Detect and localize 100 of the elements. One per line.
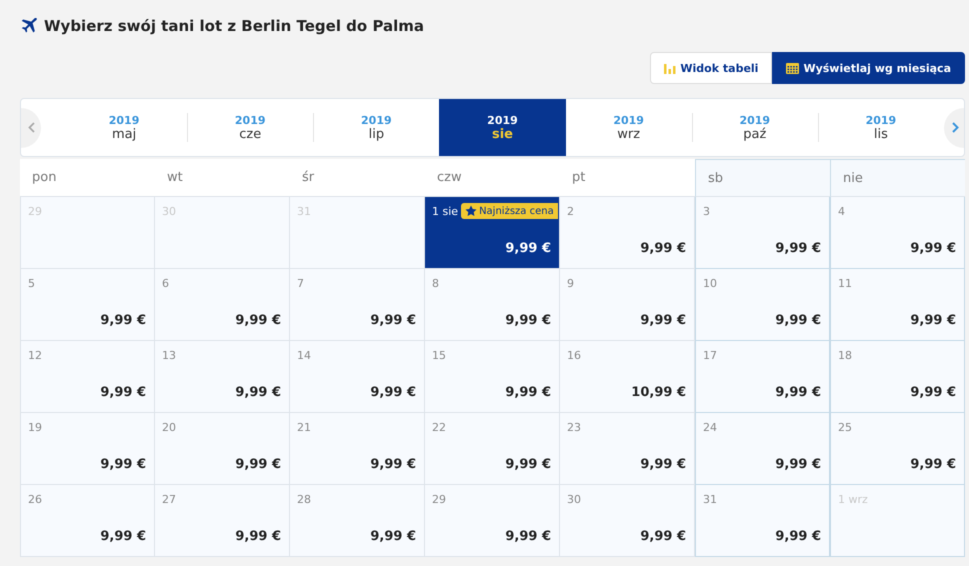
day-number: 26 xyxy=(28,493,42,506)
price-label: 9,99 € xyxy=(370,457,416,472)
day-number: 23 xyxy=(567,421,581,434)
airplane-icon xyxy=(20,18,38,34)
chevron-right-icon xyxy=(952,122,959,133)
day-cell[interactable]: 22 9,99 € xyxy=(425,413,560,485)
day-cell[interactable]: 18 9,99 € xyxy=(830,341,965,413)
price-label: 9,99 € xyxy=(775,457,821,472)
price-label: 9,99 € xyxy=(370,529,416,544)
day-number: 14 xyxy=(297,349,311,362)
day-number: 11 xyxy=(838,277,852,290)
price-label: 9,99 € xyxy=(505,529,551,544)
day-cell[interactable]: 16 10,99 € xyxy=(560,341,695,413)
day-cell[interactable]: 28 9,99 € xyxy=(290,485,425,557)
day-cell[interactable]: 2 9,99 € xyxy=(560,197,695,269)
price-label: 9,99 € xyxy=(775,313,821,328)
day-cell[interactable]: 14 9,99 € xyxy=(290,341,425,413)
day-number: 28 xyxy=(297,493,311,506)
day-cell[interactable]: 12 9,99 € xyxy=(20,341,155,413)
price-label: 9,99 € xyxy=(505,313,551,328)
price-label: 9,99 € xyxy=(775,529,821,544)
weekday-header: sb xyxy=(695,159,830,197)
price-label: 9,99 € xyxy=(640,457,686,472)
day-cell[interactable]: 29 9,99 € xyxy=(425,485,560,557)
view-toggle-button[interactable]: Wyświetlaj wg miesiąca xyxy=(772,52,965,84)
page-title: Wybierz swój tani lot z Berlin Tegel do Palma xyxy=(44,17,424,35)
day-number: 2 xyxy=(567,205,574,218)
day-number: 15 xyxy=(432,349,446,362)
month-tab[interactable]: 2019 lis xyxy=(818,99,944,156)
price-label: 9,99 € xyxy=(100,385,146,400)
month-tab[interactable]: 2019 cze xyxy=(187,99,314,156)
month-tab[interactable]: 2019 maj xyxy=(61,99,188,156)
day-cell[interactable]: 21 9,99 € xyxy=(290,413,425,485)
price-label: 9,99 € xyxy=(370,313,416,328)
day-number: 4 xyxy=(838,205,845,218)
day-cell[interactable]: 13 9,99 € xyxy=(155,341,290,413)
day-cell[interactable]: 9 9,99 € xyxy=(560,269,695,341)
month-tab[interactable]: 2019 wrz xyxy=(566,99,692,156)
day-number: 31 xyxy=(703,493,717,506)
day-number: 5 xyxy=(28,277,35,290)
price-label: 9,99 € xyxy=(235,385,281,400)
day-number: 21 xyxy=(297,421,311,434)
calendar-icon xyxy=(786,62,800,74)
day-cell[interactable]: 11 9,99 € xyxy=(830,269,965,341)
day-cell[interactable]: 25 9,99 € xyxy=(830,413,965,485)
day-cell[interactable]: 26 9,99 € xyxy=(20,485,155,557)
day-cell[interactable]: 31 9,99 € xyxy=(695,485,830,557)
day-number: 30 xyxy=(567,493,581,506)
price-label: 9,99 € xyxy=(775,385,821,400)
day-number: 22 xyxy=(432,421,446,434)
month-tab[interactable]: 2019 lip xyxy=(313,99,440,156)
lowest-price-badge: Najniższa cena xyxy=(461,203,558,219)
price-label: 10,99 € xyxy=(631,385,686,400)
bar-chart-icon xyxy=(664,62,676,74)
price-label: 9,99 € xyxy=(910,313,956,328)
day-number: 6 xyxy=(162,277,169,290)
view-toggle-button[interactable]: Widok tabeli xyxy=(650,52,772,84)
price-label: 9,99 € xyxy=(640,241,686,256)
day-number: 13 xyxy=(162,349,176,362)
day-cell[interactable]: 23 9,99 € xyxy=(560,413,695,485)
day-cell[interactable]: 4 9,99 € xyxy=(830,197,965,269)
day-cell[interactable]: 15 9,99 € xyxy=(425,341,560,413)
day-number: 17 xyxy=(703,349,717,362)
day-cell[interactable]: 7 9,99 € xyxy=(290,269,425,341)
day-number: 9 xyxy=(567,277,574,290)
chevron-left-icon xyxy=(28,122,35,133)
day-cell[interactable]: 10 9,99 € xyxy=(695,269,830,341)
day-number: 10 xyxy=(703,277,717,290)
price-label: 9,99 € xyxy=(100,529,146,544)
price-label: 9,99 € xyxy=(100,313,146,328)
day-cell[interactable]: 1 sie Najniższa cena 9,99 € xyxy=(425,197,560,269)
day-number: 8 xyxy=(432,277,439,290)
day-cell[interactable]: 3 9,99 € xyxy=(695,197,830,269)
month-tab[interactable]: 2019 sie xyxy=(439,99,566,156)
month-tab[interactable]: 2019 paź xyxy=(692,99,818,156)
day-cell[interactable]: 6 9,99 € xyxy=(155,269,290,341)
day-cell[interactable]: 24 9,99 € xyxy=(695,413,830,485)
price-label: 9,99 € xyxy=(910,457,956,472)
day-cell[interactable]: 27 9,99 € xyxy=(155,485,290,557)
day-number: 16 xyxy=(567,349,581,362)
day-number: 19 xyxy=(28,421,42,434)
day-cell[interactable]: 19 9,99 € xyxy=(20,413,155,485)
day-cell[interactable]: 30 9,99 € xyxy=(560,485,695,557)
day-number: 25 xyxy=(838,421,852,434)
price-label: 9,99 € xyxy=(640,529,686,544)
price-label: 9,99 € xyxy=(910,385,956,400)
price-label: 9,99 € xyxy=(370,385,416,400)
day-number: 1 sie xyxy=(432,205,458,218)
price-label: 9,99 € xyxy=(910,241,956,256)
day-cell[interactable]: 8 9,99 € xyxy=(425,269,560,341)
price-label: 9,99 € xyxy=(100,457,146,472)
day-cell[interactable]: 5 9,99 € xyxy=(20,269,155,341)
star-icon xyxy=(465,205,478,217)
day-cell[interactable]: 20 9,99 € xyxy=(155,413,290,485)
day-number: 27 xyxy=(162,493,176,506)
day-number: 29 xyxy=(432,493,446,506)
price-label: 9,99 € xyxy=(505,457,551,472)
day-cell[interactable]: 17 9,99 € xyxy=(695,341,830,413)
day-number: 12 xyxy=(28,349,42,362)
day-number: 20 xyxy=(162,421,176,434)
